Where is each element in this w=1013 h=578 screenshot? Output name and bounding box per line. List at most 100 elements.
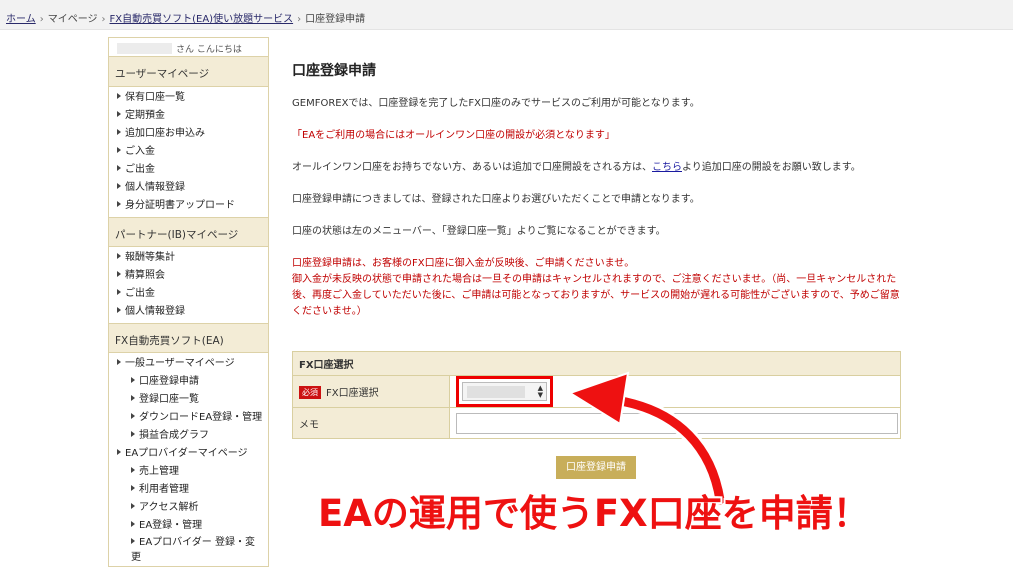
breadcrumb-current: 口座登録申請 xyxy=(305,14,366,25)
memo-cell xyxy=(449,407,901,439)
sidebar-list-ea: 一般ユーザーマイページ 口座登録申請 登録口座一覧 ダウンロードEA登録・管理 … xyxy=(109,353,268,566)
triangle-right-icon xyxy=(131,467,135,473)
deposit-warning-line1: 口座登録申請は、お客様のFX口座に御入金が反映後、ご申請くださいませ。 xyxy=(292,258,635,269)
sidebar-section-user-mypage[interactable]: ユーザーマイページ xyxy=(109,57,268,87)
sidebar-item-label: 報酬等集計 xyxy=(125,252,175,263)
blurred-username xyxy=(117,43,172,54)
sidebar-item-label: 損益合成グラフ xyxy=(139,430,209,441)
sidebar-item-users[interactable]: 利用者管理 xyxy=(109,481,268,499)
sidebar-item-accounts[interactable]: 保有口座一覧 xyxy=(109,89,268,107)
breadcrumb-home-link[interactable]: ホーム xyxy=(6,14,36,25)
sidebar-item-rewards[interactable]: 報酬等集計 xyxy=(109,249,268,267)
triangle-right-icon xyxy=(131,521,135,527)
form-section-title: FX口座選択 xyxy=(292,351,901,376)
sidebar-item-label: 追加口座お申込み xyxy=(125,128,205,139)
sidebar-item-label: ご出金 xyxy=(125,288,155,299)
sidebar-section-ea[interactable]: FX自動売買ソフト(EA) xyxy=(109,323,268,353)
sidebar-item-id-upload[interactable]: 身分証明書アップロード xyxy=(109,197,268,215)
triangle-right-icon xyxy=(117,201,121,207)
sidebar-item-provider-register[interactable]: EAプロバイダー 登録・変更 xyxy=(109,535,268,565)
sidebar-item-label: アクセス解析 xyxy=(139,502,199,513)
sidebar-section-partner[interactable]: パートナー(IB)マイページ xyxy=(109,217,268,247)
deposit-warning-line2: 御入金が未反映の状態で申請された場合は一旦その申請はキャンセルされますので、ご注… xyxy=(292,274,900,317)
required-badge: 必須 xyxy=(299,386,321,399)
sidebar-list-partner: 報酬等集計 精算照会 ご出金 個人情報登録 xyxy=(109,247,268,323)
sidebar-item-label: ダウンロードEA登録・管理 xyxy=(139,412,263,423)
sidebar-item-partner-profile[interactable]: 個人情報登録 xyxy=(109,303,268,321)
sidebar-item-label: 定期預金 xyxy=(125,110,165,121)
triangle-right-icon xyxy=(117,129,121,135)
add-account-text: オールインワン口座をお持ちでない方、あるいは追加で口座開設をされる方は、こちらよ… xyxy=(292,160,904,176)
triangle-right-icon xyxy=(117,183,121,189)
status-info-text: 口座の状態は左のメニューバー、「登録口座一覧」よりご覧になることができます。 xyxy=(292,226,666,237)
sidebar-item-label: 個人情報登録 xyxy=(125,182,185,193)
triangle-right-icon xyxy=(117,93,121,99)
sidebar-item-download-ea[interactable]: ダウンロードEA登録・管理 xyxy=(109,409,268,427)
sidebar: さん こんにちは ユーザーマイページ 保有口座一覧 定期預金 追加口座お申込み … xyxy=(108,37,269,567)
breadcrumb: ホーム › マイページ › FX自動売買ソフト(EA)使い放題サービス › 口座登録申請 xyxy=(6,10,365,25)
triangle-right-icon xyxy=(117,253,121,259)
triangle-right-icon xyxy=(117,449,121,455)
breadcrumb-separator: › xyxy=(101,14,106,25)
triangle-right-icon xyxy=(117,165,121,171)
sidebar-item-settlement[interactable]: 精算照会 xyxy=(109,267,268,285)
triangle-right-icon xyxy=(117,147,121,153)
sidebar-item-withdraw[interactable]: ご出金 xyxy=(109,161,268,179)
breadcrumb-service-link[interactable]: FX自動売買ソフト(EA)使い放題サービス xyxy=(110,14,294,25)
triangle-right-icon xyxy=(117,111,121,117)
deposit-warning: 口座登録申請は、お客様のFX口座に御入金が反映後、ご申請くださいませ。御入金が未… xyxy=(292,256,904,320)
triangle-right-icon xyxy=(117,359,121,365)
triangle-right-icon xyxy=(131,413,135,419)
sidebar-item-ea-provider[interactable]: EAプロバイダーマイページ xyxy=(109,445,268,463)
sidebar-item-label: 精算照会 xyxy=(125,270,165,281)
callout-text: EAの運用で使うFX口座を申請！ xyxy=(318,492,870,535)
triangle-right-icon xyxy=(131,377,135,383)
sidebar-item-label: 利用者管理 xyxy=(139,484,189,495)
triangle-right-icon xyxy=(131,503,135,509)
add-account-link[interactable]: こちら xyxy=(652,162,682,173)
sidebar-item-label: 一般ユーザーマイページ xyxy=(125,358,235,369)
sidebar-item-general-user[interactable]: 一般ユーザーマイページ xyxy=(109,355,268,373)
sidebar-item-deposit-fixed[interactable]: 定期預金 xyxy=(109,107,268,125)
sidebar-item-ea-manage[interactable]: EA登録・管理 xyxy=(109,517,268,535)
sidebar-item-add-account[interactable]: 追加口座お申込み xyxy=(109,125,268,143)
main-content: 口座登録申請 GEMFOREXでは、口座登録を完了したFX口座のみでサービスのご… xyxy=(292,60,904,336)
sidebar-item-sales[interactable]: 売上管理 xyxy=(109,463,268,481)
sidebar-item-analytics[interactable]: アクセス解析 xyxy=(109,499,268,517)
sidebar-item-deposit[interactable]: ご入金 xyxy=(109,143,268,161)
sidebar-item-registered-accounts[interactable]: 登録口座一覧 xyxy=(109,391,268,409)
sidebar-item-label: ご入金 xyxy=(125,146,155,157)
allinone-notice: 「EAをご利用の場合にはオールインワン口座の開設が必須となります」 xyxy=(292,130,615,141)
sidebar-item-profile[interactable]: 個人情報登録 xyxy=(109,179,268,197)
account-select-highlight: ▲ ▼ xyxy=(456,376,553,407)
triangle-right-icon xyxy=(131,538,135,544)
sidebar-item-label: 保有口座一覧 xyxy=(125,92,185,103)
top-bar: ホーム › マイページ › FX自動売買ソフト(EA)使い放題サービス › 口座登録申請 xyxy=(0,0,1013,30)
sidebar-item-label: ご出金 xyxy=(125,164,155,175)
sidebar-item-label: 個人情報登録 xyxy=(125,306,185,317)
sidebar-item-pnl-graph[interactable]: 損益合成グラフ xyxy=(109,427,268,445)
breadcrumb-mypage[interactable]: マイページ xyxy=(48,14,98,25)
triangle-right-icon xyxy=(131,431,135,437)
account-select[interactable]: ▲ ▼ xyxy=(462,382,547,401)
memo-input[interactable] xyxy=(456,412,898,434)
sidebar-item-label: EAプロバイダーマイページ xyxy=(125,448,248,459)
submit-button[interactable]: 口座登録申請 xyxy=(556,456,636,479)
user-greeting: さん こんにちは xyxy=(109,38,268,57)
sidebar-item-account-register[interactable]: 口座登録申請 xyxy=(109,373,268,391)
greeting-text: さん こんにちは xyxy=(176,45,242,55)
triangle-right-icon xyxy=(117,271,121,277)
sidebar-item-label: EAプロバイダー 登録・変更 xyxy=(131,537,255,563)
account-label-cell: 必須 FX口座選択 xyxy=(292,375,450,408)
sidebar-list-user: 保有口座一覧 定期預金 追加口座お申込み ご入金 ご出金 個人情報登録 身分証明… xyxy=(109,87,268,217)
triangle-right-icon xyxy=(117,289,121,295)
add-account-text-after: より追加口座の開設をお願い致します。 xyxy=(682,162,861,173)
triangle-right-icon xyxy=(131,485,135,491)
blurred-account-value xyxy=(467,386,525,398)
sidebar-item-label: 売上管理 xyxy=(139,466,179,477)
triangle-right-icon xyxy=(117,307,121,313)
select-arrows-icon: ▲ ▼ xyxy=(537,384,543,399)
register-info-text: 口座登録申請につきましては、登録された口座よりお選びいただくことで申請となります… xyxy=(292,194,700,205)
account-form: FX口座選択 必須 FX口座選択 ▲ ▼ メモ xyxy=(292,351,901,439)
sidebar-item-partner-withdraw[interactable]: ご出金 xyxy=(109,285,268,303)
